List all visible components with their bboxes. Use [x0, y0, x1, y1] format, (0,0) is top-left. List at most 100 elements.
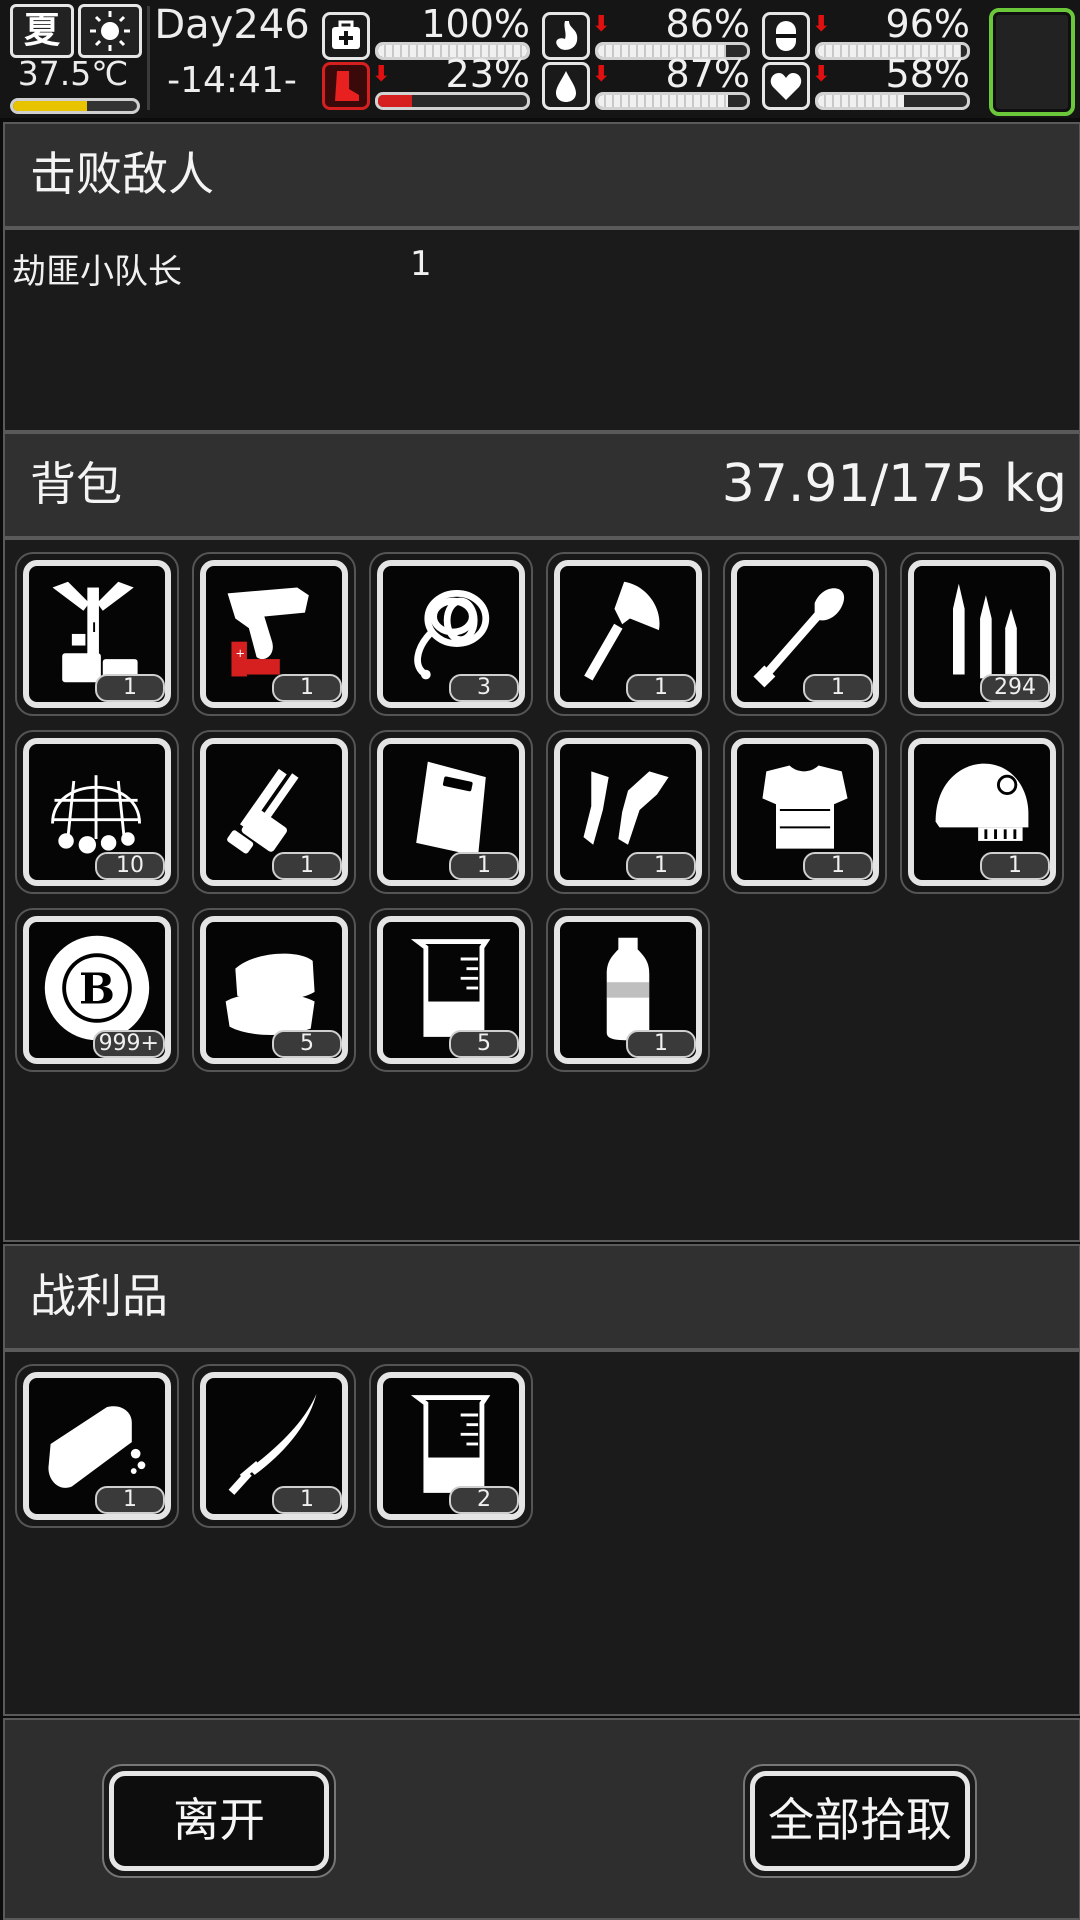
loot-slot[interactable]: 1 [192, 1364, 356, 1528]
item-quantity: 999+ [92, 1030, 165, 1058]
backpack-slot[interactable]: 1 [900, 730, 1064, 894]
item-quantity: 1 [95, 1486, 165, 1514]
boot-icon [322, 62, 370, 110]
decrease-arrow-icon: ⬇ [592, 12, 611, 37]
thirst-bar [595, 92, 750, 110]
axe-icon [584, 581, 660, 681]
crafting-tools-icon [52, 581, 138, 683]
injury-stat[interactable]: ⬇ 23% [322, 52, 530, 110]
backpack-slot[interactable]: 1 [723, 552, 887, 716]
loot-title: 战利品 [30, 1269, 168, 1323]
backpack-slot[interactable]: 1 [15, 552, 179, 716]
minigun-icon [227, 768, 299, 854]
item-quantity: 1 [272, 674, 342, 702]
backpack-slot[interactable]: 1 [546, 552, 710, 716]
item-quantity: 5 [272, 1030, 342, 1058]
thirst-value: 87% [665, 52, 750, 96]
water-drop-icon [542, 62, 590, 110]
katana-icon [228, 1393, 317, 1495]
loot-slot[interactable]: 1 [15, 1364, 179, 1528]
decrease-arrow-icon: ⬇ [592, 62, 611, 87]
loot-grid: 1 1 2 [3, 1350, 1080, 1716]
injury-value: 23% [445, 52, 530, 96]
medkit-icon [322, 12, 370, 60]
take-all-button-label: 全部拾取 [750, 1771, 970, 1871]
beaker-icon [410, 939, 491, 1037]
scrap-parts-icon [583, 771, 669, 845]
divider [147, 6, 150, 110]
leave-button-label: 离开 [109, 1771, 329, 1871]
defeated-list: 劫匪小队长 1 [3, 228, 1080, 432]
backpack-slot[interactable]: 1 [369, 730, 533, 894]
backpack-weight: 37.91/175 kg [721, 454, 1067, 514]
enemy-name: 劫匪小队长 [12, 252, 182, 292]
heart-icon [762, 62, 810, 110]
injury-bar [375, 92, 530, 110]
loot-header: 战利品 [3, 1244, 1080, 1350]
decrease-arrow-icon: ⬇ [812, 12, 831, 37]
mood-bar [815, 92, 970, 110]
backpack-slot[interactable]: 10 [15, 730, 179, 894]
backpack-slot[interactable]: 1 [546, 730, 710, 894]
riot-shield-icon [416, 761, 486, 857]
item-quantity: 1 [626, 852, 696, 880]
hunger-value: 86% [665, 2, 750, 46]
backpack-slot[interactable]: 5 [192, 908, 356, 1072]
take-all-button[interactable]: 全部拾取 [743, 1764, 977, 1878]
item-quantity: 1 [803, 852, 873, 880]
flare-gun-icon: + [227, 587, 309, 677]
backpack-slot[interactable]: 3 [369, 552, 533, 716]
svg-text:+: + [235, 646, 245, 660]
mood-value: 58% [885, 52, 970, 96]
character-portrait-button[interactable] [989, 8, 1075, 116]
cloth-icon [225, 953, 315, 1035]
action-bar: 离开 全部拾取 [3, 1718, 1080, 1920]
rope-icon [414, 589, 490, 680]
thirst-stat[interactable]: ⬇ 87% [542, 52, 750, 110]
decrease-arrow-icon: ⬇ [372, 62, 391, 87]
backpack-grid: 1 +1 3 1 1 294 10 1 1 1 1 1 B 999+ 5 5 1 [3, 538, 1080, 1242]
backpack-slot[interactable]: 1 [723, 730, 887, 894]
beaker-icon [410, 1395, 491, 1493]
bullets-icon [953, 583, 1017, 679]
item-quantity: 1 [626, 674, 696, 702]
day-counter: Day246 [154, 2, 310, 48]
body-armor-icon [762, 765, 848, 849]
mood-stat[interactable]: ⬇ 58% [762, 52, 970, 110]
defeated-header: 击败敌人 [3, 122, 1080, 228]
health-value: 100% [421, 2, 530, 46]
defeated-title: 击败敌人 [30, 147, 214, 201]
sun-icon [78, 4, 142, 58]
loot-slot[interactable]: 2 [369, 1364, 533, 1528]
shovel-icon [753, 588, 845, 688]
backpack-title: 背包 [30, 457, 122, 511]
backpack-header: 背包 37.91/175 kg [3, 432, 1080, 538]
item-quantity: 1 [272, 852, 342, 880]
item-quantity: 1 [272, 1486, 342, 1514]
helmet-icon [935, 763, 1029, 841]
item-quantity: 1 [803, 674, 873, 702]
backpack-slot[interactable]: 294 [900, 552, 1064, 716]
season-badge: 夏 [10, 4, 74, 58]
item-quantity: 1 [980, 852, 1050, 880]
backpack-slot[interactable]: B 999+ [15, 908, 179, 1072]
net-icon [51, 775, 141, 854]
backpack-slot[interactable]: +1 [192, 552, 356, 716]
backpack-slot[interactable]: 1 [546, 908, 710, 1072]
item-quantity: 3 [449, 674, 519, 702]
backpack-slot[interactable]: 5 [369, 908, 533, 1072]
item-quantity: 5 [449, 1030, 519, 1058]
decrease-arrow-icon: ⬇ [812, 62, 831, 87]
item-quantity: 1 [95, 674, 165, 702]
bread-icon [48, 1406, 146, 1488]
item-quantity: 10 [95, 852, 165, 880]
pill-icon [762, 12, 810, 60]
backpack-slot[interactable]: 1 [192, 730, 356, 894]
bitcoin-chip-icon: B [44, 935, 150, 1041]
water-bottle-icon [606, 937, 650, 1041]
temperature-bar [10, 98, 140, 114]
energy-value: 96% [885, 2, 970, 46]
status-bar: 夏 37.5℃ Day246 -14:41- 100% ⬇ 86% ⬇ 96% … [0, 0, 1080, 118]
item-quantity: 294 [980, 674, 1050, 702]
leave-button[interactable]: 离开 [102, 1764, 336, 1878]
